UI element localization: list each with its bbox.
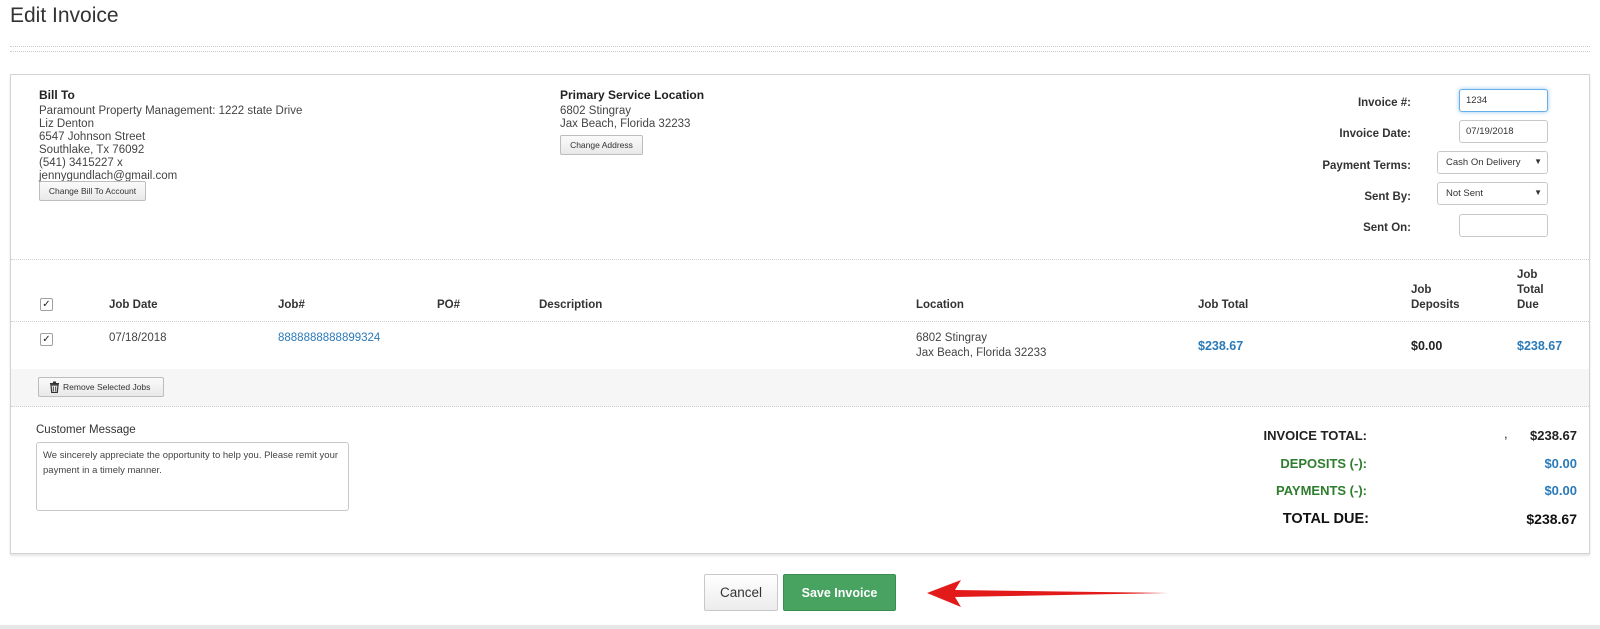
page-title: Edit Invoice bbox=[10, 4, 119, 27]
col-location: Location bbox=[916, 299, 964, 311]
payment-terms-label: Payment Terms: bbox=[1322, 160, 1411, 172]
remove-selected-jobs-button[interactable]: Remove Selected Jobs bbox=[38, 377, 164, 397]
col-description: Description bbox=[539, 299, 603, 311]
payments-label: PAYMENTS (-): bbox=[1276, 483, 1367, 498]
remove-selected-jobs-label: Remove Selected Jobs bbox=[63, 382, 151, 392]
deposits-label: DEPOSITS (-): bbox=[1280, 456, 1367, 471]
invoice-date-label: Invoice Date: bbox=[1339, 128, 1411, 140]
row-job-number-link[interactable]: 8888888888899324 bbox=[278, 331, 380, 346]
customer-message-label: Customer Message bbox=[36, 424, 136, 436]
bill-to-line: Liz Denton bbox=[39, 118, 94, 130]
row-location-line: 6802 Stingray bbox=[916, 332, 987, 344]
cancel-button[interactable]: Cancel bbox=[704, 574, 778, 611]
sent-by-label: Sent By: bbox=[1364, 191, 1411, 203]
payments-value: $0.00 bbox=[1544, 483, 1577, 498]
col-job-date: Job Date bbox=[109, 299, 158, 311]
total-due-label: TOTAL DUE: bbox=[1282, 511, 1369, 527]
col-job-total-due: Job Total Due bbox=[1517, 268, 1544, 313]
caret-down-icon: ▼ bbox=[1534, 157, 1542, 166]
col-job-number: Job# bbox=[278, 299, 305, 311]
deposits-value: $0.00 bbox=[1544, 456, 1577, 471]
change-address-button[interactable]: Change Address bbox=[560, 135, 643, 155]
trash-icon bbox=[50, 381, 59, 393]
service-location-heading: Primary Service Location bbox=[560, 88, 705, 102]
page-bottom-edge bbox=[0, 625, 1600, 629]
bill-to-address: Paramount Property Management: 1222 stat… bbox=[39, 105, 302, 183]
row-location-line: Jax Beach, Florida 32233 bbox=[916, 347, 1047, 359]
col-job-total-due-line: Total bbox=[1517, 284, 1544, 296]
col-job-deposits: Job Deposits bbox=[1411, 283, 1460, 313]
col-job-total-due-line: Due bbox=[1517, 299, 1539, 311]
bill-to-line: Paramount Property Management: 1222 stat… bbox=[39, 105, 303, 117]
invoice-panel: Bill To Paramount Property Management: 1… bbox=[10, 74, 1590, 554]
bill-to-heading: Bill To bbox=[39, 88, 75, 102]
bill-to-line: Southlake, Tx 76092 bbox=[39, 144, 145, 156]
invoice-total-label: INVOICE TOTAL: bbox=[1263, 428, 1367, 443]
row-job-total: $238.67 bbox=[1198, 339, 1244, 353]
sent-by-select[interactable]: Not Sent ▼ bbox=[1437, 182, 1548, 205]
invoice-number-label: Invoice #: bbox=[1357, 97, 1411, 109]
invoice-date-input[interactable]: 07/19/2018 bbox=[1459, 120, 1548, 143]
row-job-date: 07/18/2018 bbox=[109, 332, 167, 344]
sent-on-input[interactable] bbox=[1459, 214, 1548, 237]
col-job-total-due-line: Job bbox=[1517, 269, 1538, 281]
row-job-deposits: $0.00 bbox=[1411, 339, 1443, 353]
invoice-total-value: $238.67 bbox=[1530, 428, 1577, 443]
col-job-deposits-line: Deposits bbox=[1411, 299, 1460, 311]
section-divider bbox=[11, 259, 1589, 260]
customer-message-textarea[interactable]: We sincerely appreciate the opportunity … bbox=[36, 442, 349, 511]
title-divider bbox=[10, 46, 1590, 52]
service-location-line: Jax Beach, Florida 32233 bbox=[560, 118, 691, 130]
col-job-deposits-line: Job bbox=[1411, 284, 1432, 296]
select-all-checkbox[interactable]: ✓ bbox=[40, 298, 53, 311]
sent-by-value: Not Sent bbox=[1446, 188, 1483, 199]
change-bill-to-account-button[interactable]: Change Bill To Account bbox=[39, 181, 146, 201]
service-location-line: 6802 Stingray bbox=[560, 105, 631, 117]
row-checkbox[interactable]: ✓ bbox=[40, 333, 53, 346]
jobs-toolbar: Remove Selected Jobs bbox=[11, 369, 1589, 407]
col-po-number: PO# bbox=[437, 299, 461, 311]
sent-on-label: Sent On: bbox=[1363, 222, 1411, 234]
row-job-total-due: $238.67 bbox=[1517, 339, 1563, 353]
red-arrow-annotation bbox=[927, 580, 1168, 607]
row-location: 6802 Stingray Jax Beach, Florida 32233 bbox=[916, 331, 1046, 361]
invoice-number-input[interactable]: 1234 bbox=[1459, 89, 1548, 112]
col-job-total: Job Total bbox=[1198, 299, 1249, 311]
table-header-divider bbox=[11, 321, 1589, 322]
total-due-value: $238.67 bbox=[1526, 511, 1577, 527]
bill-to-line: (541) 3415227 x bbox=[39, 157, 123, 169]
service-location-address: 6802 Stingray Jax Beach, Florida 32233 bbox=[560, 105, 690, 131]
caret-down-icon: ▼ bbox=[1534, 188, 1542, 197]
save-invoice-button[interactable]: Save Invoice bbox=[783, 574, 896, 611]
bill-to-line: 6547 Johnson Street bbox=[39, 131, 146, 143]
payment-terms-select[interactable]: Cash On Delivery ▼ bbox=[1437, 151, 1548, 174]
payment-terms-value: Cash On Delivery bbox=[1446, 157, 1521, 168]
